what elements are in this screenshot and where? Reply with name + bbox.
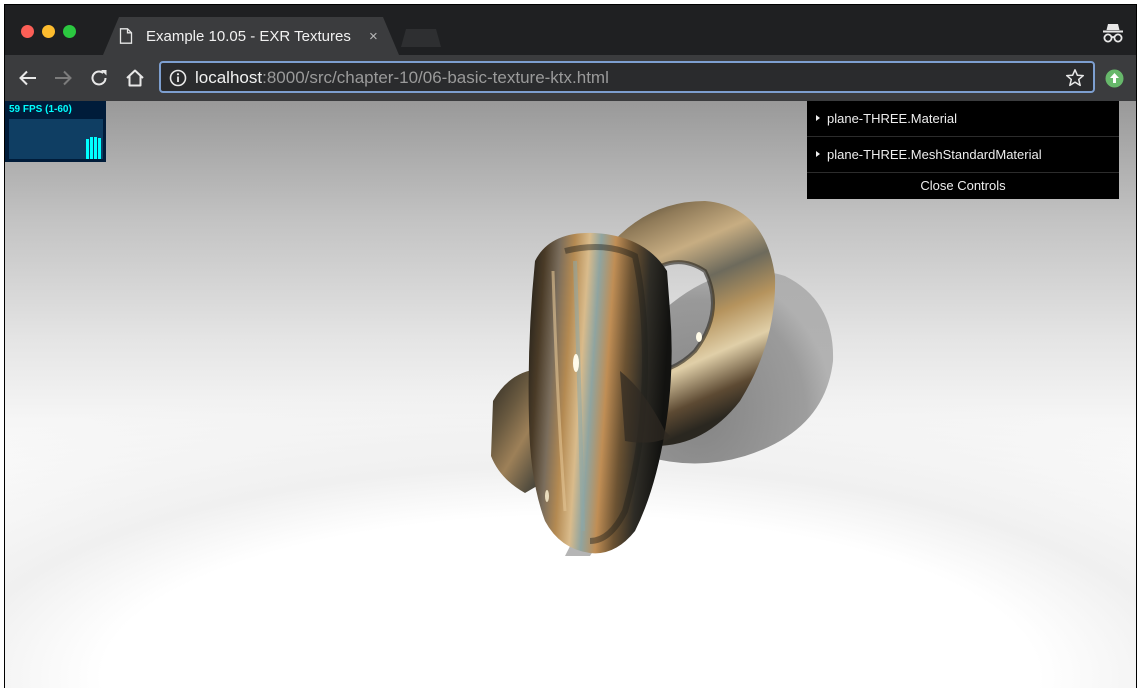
close-window-button[interactable] [21,25,34,38]
browser-toolbar: localhost:8000/src/chapter-10/06-basic-t… [5,55,1136,101]
home-icon[interactable] [124,67,146,89]
browser-window: Example 10.05 - EXR Textures × localhost… [4,4,1137,688]
folder-label: plane-THREE.Material [827,111,958,126]
info-icon[interactable] [169,69,187,87]
folder-mesh-standard-material[interactable]: plane-THREE.MeshStandardMaterial [807,137,1119,173]
update-arrow-icon[interactable] [1105,69,1124,88]
tab-close-icon[interactable]: × [369,28,378,45]
tab-active[interactable]: Example 10.05 - EXR Textures × [103,17,399,55]
fps-monitor[interactable]: 59 FPS (1-60) [5,101,106,162]
controls-panel: plane-THREE.Material plane-THREE.MeshSta… [807,101,1119,199]
url-text: localhost:8000/src/chapter-10/06-basic-t… [195,68,609,88]
url-path: :8000/src/chapter-10/06-basic-texture-kt… [262,68,609,87]
incognito-icon [1103,24,1123,43]
caret-right-icon [816,115,820,121]
minimize-window-button[interactable] [42,25,55,38]
fps-bar [98,138,101,159]
url-host: localhost [195,68,263,87]
page-icon [119,28,133,44]
address-bar[interactable]: localhost:8000/src/chapter-10/06-basic-t… [159,61,1095,93]
tab-title: Example 10.05 - EXR Textures [146,28,351,45]
star-icon[interactable] [1065,68,1085,88]
webgl-viewport[interactable]: 59 FPS (1-60) plane-THREE.Material plane… [5,101,1136,688]
arrow-left-icon[interactable] [17,67,39,89]
maximize-window-button[interactable] [63,25,76,38]
fps-label: 59 FPS (1-60) [9,104,72,115]
folder-label: plane-THREE.MeshStandardMaterial [827,147,1042,162]
arrow-right-icon[interactable] [52,67,74,89]
new-tab-button[interactable] [401,29,441,47]
fps-bar [94,137,97,159]
close-controls-button[interactable]: Close Controls [807,173,1119,199]
fps-bar [86,139,89,159]
fps-bar [90,137,93,159]
reload-icon[interactable] [88,67,110,89]
folder-material[interactable]: plane-THREE.Material [807,101,1119,137]
caret-right-icon [816,151,820,157]
fps-graph [9,119,103,159]
title-bar: Example 10.05 - EXR Textures × [5,5,1136,55]
